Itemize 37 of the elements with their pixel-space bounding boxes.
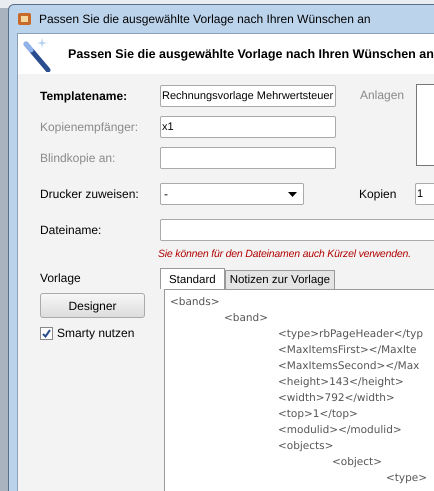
code-line: <object> <box>332 456 382 468</box>
hint-text: Sie können für den Dateinamen auch Kürzel verwenden. <box>158 248 412 260</box>
field-label: Dateiname: <box>40 223 102 237</box>
field-label: Drucker zuweisen: <box>40 187 140 201</box>
dropdown-arrow-icon <box>288 192 297 196</box>
copies-field[interactable]: 1 <box>415 183 434 205</box>
magic-wand-icon <box>22 36 52 72</box>
code-line: <modulid></modulid> <box>278 424 402 436</box>
text-field[interactable] <box>160 147 336 169</box>
code-line: <top>1</top> <box>278 408 358 420</box>
text-field[interactable]: Rechnungsvorlage Mehrwertsteuer <box>160 85 336 107</box>
field-label: Blindkopie an: <box>40 151 116 165</box>
attachments-label: Anlagen <box>360 87 406 104</box>
code-editor[interactable]: <bands> <band> <type>rbPageHeader</typ <MaxItemsFirst></MaxIte <MaxItemsSecond></Max <height>143</height> <width>792</width> <top>1</top> <modulid></modulid> <objects> <object> <type> <box>164 289 434 491</box>
code-line: <MaxItemsSecond></Max <box>278 360 420 372</box>
code-line: <bands> <box>170 296 220 308</box>
tab[interactable]: Standard <box>160 268 225 289</box>
window-title: Passen Sie die ausgewählte Vorlage nach Ihren Wünschen an <box>39 12 371 26</box>
field-label: Kopien <box>359 187 398 201</box>
code-line: <band> <box>224 312 268 324</box>
code-line: <objects> <box>278 440 334 452</box>
code-line: <height>143</height> <box>278 376 404 388</box>
checkmark-icon <box>42 328 51 338</box>
code-line: <type> <box>386 472 428 484</box>
code-line: <type>rbPageHeader</typ <box>278 328 424 340</box>
field-label: Kopienempfänger: <box>40 120 140 134</box>
printer-dropdown[interactable]: - <box>160 183 304 205</box>
field-label: Templatename: <box>40 89 128 103</box>
designer-button[interactable]: Designer <box>40 293 145 318</box>
code-line: <MaxItemsFirst></MaxIte <box>278 344 416 356</box>
tab[interactable]: Notizen zur Vorlage <box>224 270 336 289</box>
app-icon <box>17 11 33 27</box>
dialog-heading: Passen Sie die ausgewählte Vorlage nach Ihren Wünschen an <box>68 47 434 61</box>
smarty-checkbox[interactable]: Smarty nutzen <box>40 326 160 340</box>
template-label: Vorlage <box>40 271 82 285</box>
code-line: <width>792</width> <box>278 392 395 404</box>
filename-field[interactable] <box>160 219 434 241</box>
